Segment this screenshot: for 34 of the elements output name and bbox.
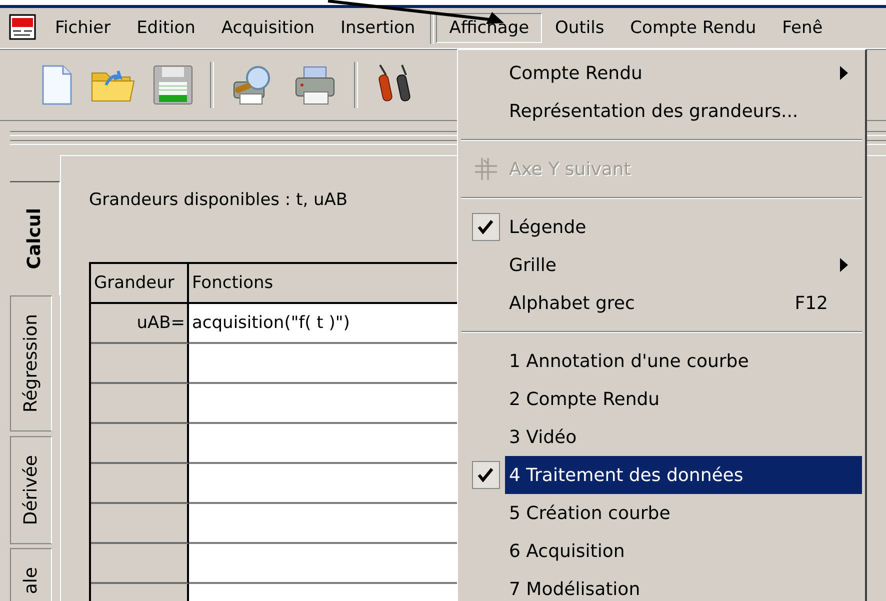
- menu-item[interactable]: Compte Rendu: [617, 13, 770, 43]
- save-icon[interactable]: [152, 64, 194, 106]
- menu-item[interactable]: Insertion: [328, 13, 428, 43]
- side-tab[interactable]: Régression: [10, 295, 52, 432]
- menu-entry[interactable]: Représentation des grandeurs...: [461, 92, 862, 130]
- menu-entry[interactable]: 1 Annotation d'une courbe: [461, 342, 862, 380]
- axis-grid-icon: [473, 156, 499, 182]
- menu-item[interactable]: Affichage: [436, 13, 542, 43]
- side-tab[interactable]: Dérivée: [10, 436, 52, 544]
- column-header[interactable]: Grandeur: [91, 264, 189, 304]
- menu-item[interactable]: Edition: [124, 13, 208, 43]
- row-header-cell[interactable]: uAB=: [91, 304, 189, 344]
- menu-item[interactable]: Outils: [542, 13, 618, 43]
- menu-item[interactable]: Acquisition: [208, 13, 328, 43]
- row-header-cell[interactable]: [91, 384, 189, 424]
- side-tab[interactable]: ale: [10, 548, 52, 601]
- row-header-cell[interactable]: [91, 504, 189, 544]
- available-quantities-text: Grandeurs disponibles : t, uAB: [89, 190, 348, 210]
- menu-entry[interactable]: Compte Rendu: [461, 54, 862, 92]
- menu-item[interactable]: Fenê: [769, 13, 836, 43]
- menu-entry[interactable]: 3 Vidéo: [461, 418, 862, 456]
- row-header-cell[interactable]: [91, 424, 189, 464]
- row-header-cell[interactable]: [91, 464, 189, 504]
- menu-entry[interactable]: 6 Acquisition: [461, 532, 862, 570]
- app-logo-icon[interactable]: [8, 13, 38, 43]
- menu-entry[interactable]: 5 Création courbe: [461, 494, 862, 532]
- new-document-icon[interactable]: [40, 64, 74, 106]
- side-tab[interactable]: Calcul: [10, 181, 60, 296]
- row-header-cell[interactable]: [91, 544, 189, 584]
- menu-entry[interactable]: Légende: [461, 208, 862, 246]
- row-header-cell[interactable]: [91, 344, 189, 384]
- menu-entry[interactable]: 2 Compte Rendu: [461, 380, 862, 418]
- menu-entry[interactable]: 7 Modélisation: [461, 570, 862, 601]
- menu-item[interactable]: Fichier: [42, 13, 124, 43]
